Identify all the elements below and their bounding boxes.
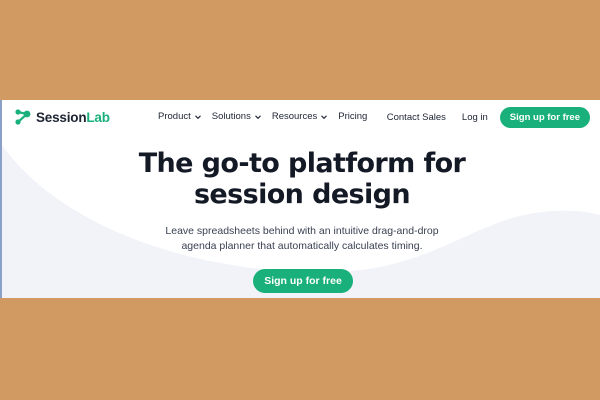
brand-name-session: Session — [36, 109, 87, 125]
log-in-link[interactable]: Log in — [462, 112, 488, 123]
hero-subtitle: Leave spreadsheets behind with an intuit… — [2, 224, 600, 254]
chevron-down-icon — [254, 114, 261, 119]
nav-item-product[interactable]: Product — [158, 111, 202, 122]
nav-signup-button[interactable]: Sign up for free — [499, 107, 590, 128]
nav-item-label: Resources — [271, 111, 318, 122]
nav-item-label: Solutions — [211, 111, 251, 122]
hero-signup-button[interactable]: Sign up for free — [253, 269, 353, 293]
brand-name: SessionLab — [36, 110, 110, 125]
nav-item-pricing[interactable]: Pricing — [338, 111, 367, 122]
hero-subtitle-line-2: agenda planner that automatically calcul… — [181, 240, 423, 252]
hero-section: The go-to platform for session design Le… — [2, 148, 600, 254]
nav-item-resources[interactable]: Resources — [272, 111, 328, 122]
hero-title-line-2: session design — [193, 179, 411, 210]
hero-title: The go-to platform for session design — [2, 148, 600, 210]
website-screenshot: SessionLab Product Solutions Resources P… — [0, 100, 600, 298]
nav-actions: Contact Sales Log in Sign up for free — [387, 107, 590, 128]
brand-name-lab: Lab — [86, 109, 110, 125]
nav-item-label: Pricing — [338, 111, 368, 122]
nav-item-solutions[interactable]: Solutions — [212, 111, 262, 122]
hero-title-line-1: The go-to platform for — [138, 148, 466, 179]
top-navigation: SessionLab Product Solutions Resources P… — [2, 100, 600, 136]
chevron-down-icon — [321, 114, 328, 119]
nav-item-label: Product — [158, 111, 191, 122]
chevron-down-icon — [194, 114, 201, 119]
main-menu: Product Solutions Resources Pricing — [158, 111, 367, 122]
hero-subtitle-line-1: Leave spreadsheets behind with an intuit… — [165, 225, 439, 237]
sessionlab-logo-icon — [15, 109, 31, 125]
sessionlab-logo[interactable]: SessionLab — [14, 108, 110, 126]
contact-sales-link[interactable]: Contact Sales — [387, 112, 446, 123]
